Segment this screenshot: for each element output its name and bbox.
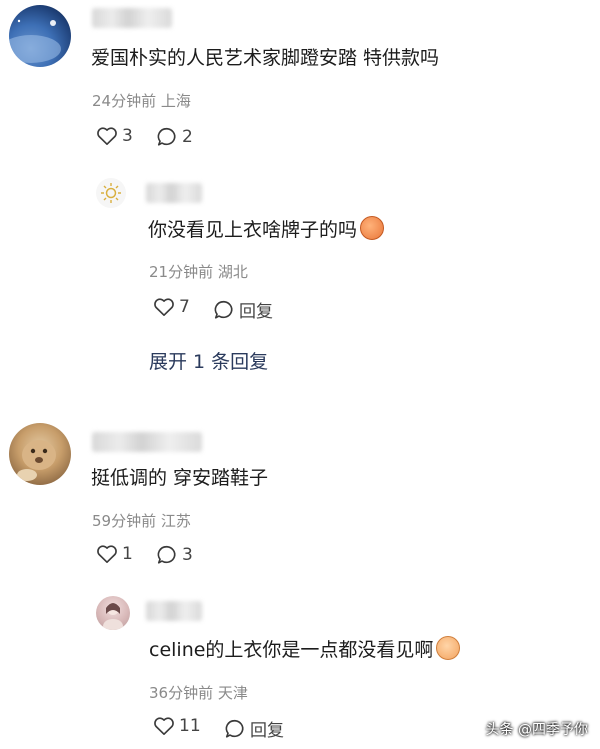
reply-button[interactable]: 回复 xyxy=(224,716,284,741)
watermark: 头条 @四季予你 xyxy=(485,722,588,738)
heart-icon xyxy=(97,545,117,563)
username-blurred[interactable] xyxy=(92,432,202,452)
like-count: 7 xyxy=(179,297,190,317)
pumpkin-emoji-icon xyxy=(360,216,385,240)
comment-text: 爱国朴实的人民艺术家脚蹬安踏 特供款吗 xyxy=(91,47,440,69)
like-count: 3 xyxy=(122,126,133,146)
reply-text: 你没看见上衣啥牌子的吗 xyxy=(148,216,385,243)
username-blurred[interactable] xyxy=(146,601,202,621)
comment-bubble-icon xyxy=(214,300,233,319)
heart-icon xyxy=(97,127,117,145)
reply-count: 3 xyxy=(182,545,193,565)
like-button[interactable]: 1 xyxy=(96,544,133,564)
reply-button[interactable]: 回复 xyxy=(213,297,273,322)
avatar[interactable] xyxy=(96,596,130,630)
earth-image xyxy=(9,19,61,63)
like-count: 1 xyxy=(122,544,133,564)
reply-count-button[interactable]: 2 xyxy=(156,126,193,148)
comment-bubble-icon xyxy=(225,719,244,738)
reply-text: celine的上衣你是一点都没看见啊 xyxy=(149,636,461,663)
heart-icon xyxy=(154,298,174,316)
heart-icon xyxy=(154,717,174,735)
lion-cub-image xyxy=(17,440,56,481)
avatar[interactable] xyxy=(9,423,71,485)
comment-bubble-icon xyxy=(157,545,176,564)
reply-label: 回复 xyxy=(239,302,273,322)
reply-meta: 21分钟前 湖北 xyxy=(149,263,248,281)
like-button[interactable]: 7 xyxy=(153,297,190,317)
comment-bubble-icon xyxy=(157,127,176,146)
reply-count: 2 xyxy=(182,127,193,147)
like-count: 11 xyxy=(179,716,201,736)
crying-face-emoji-icon xyxy=(436,636,461,660)
username-blurred[interactable] xyxy=(146,183,202,203)
like-button[interactable]: 11 xyxy=(153,716,201,736)
person-avatar-image xyxy=(103,603,123,630)
reply-meta: 36分钟前 天津 xyxy=(149,684,248,702)
sun-icon xyxy=(101,183,121,203)
expand-replies-link[interactable]: 展开 1 条回复 xyxy=(149,347,268,374)
comment-text: 挺低调的 穿安踏鞋子 xyxy=(91,467,269,489)
avatar[interactable] xyxy=(96,178,126,208)
comment-meta: 24分钟前 上海 xyxy=(92,92,191,110)
reply-label: 回复 xyxy=(250,721,284,741)
reply-count-button[interactable]: 3 xyxy=(156,544,193,566)
like-button[interactable]: 3 xyxy=(96,126,133,146)
comment-meta: 59分钟前 江苏 xyxy=(92,512,191,530)
avatar[interactable] xyxy=(9,5,71,67)
username-blurred[interactable] xyxy=(92,8,172,28)
